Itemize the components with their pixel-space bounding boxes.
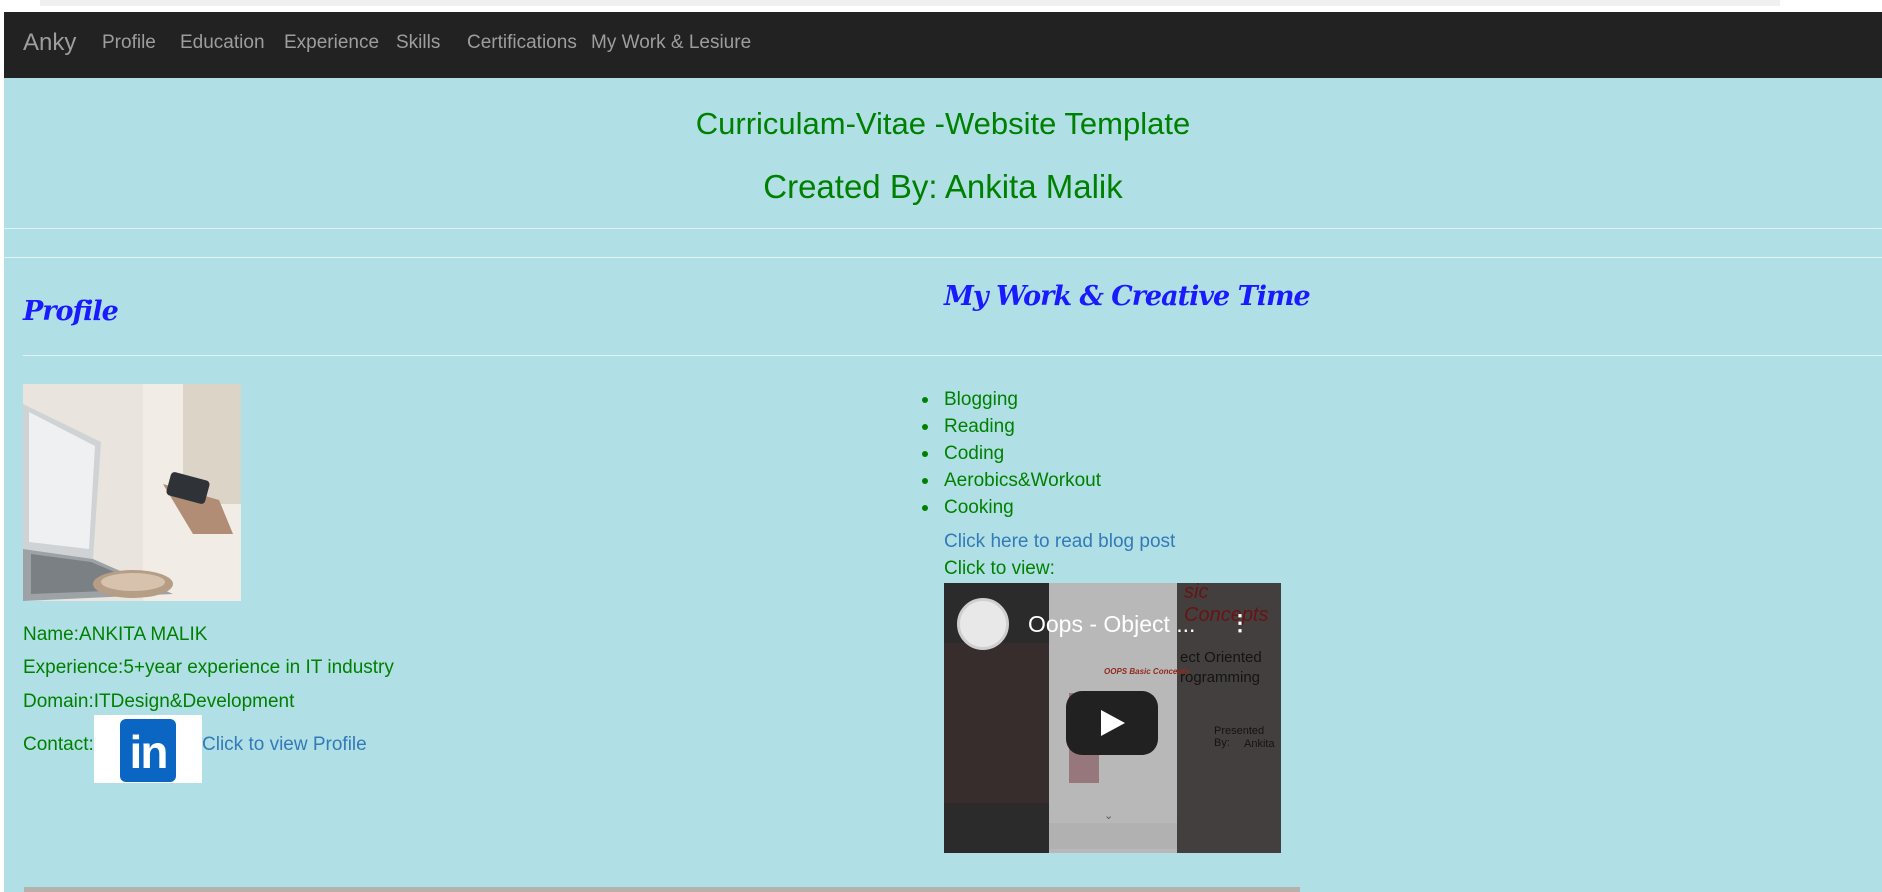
blog-post-link[interactable]: Click here to read blog post [944, 531, 1175, 553]
address-bar-edge [40, 0, 1780, 6]
linkedin-icon[interactable]: in [94, 715, 202, 783]
video-title[interactable]: Oops - Object ... [1028, 611, 1195, 638]
navbar: Anky Profile Education Experience Skills… [4, 12, 1882, 78]
divider [4, 228, 1882, 229]
profile-heading: Profile [23, 296, 119, 327]
laptop-photo-icon [23, 384, 241, 601]
contact-label: Contact: [23, 734, 94, 755]
more-options-icon[interactable]: ⋮ [1229, 609, 1251, 637]
channel-avatar[interactable] [957, 598, 1009, 650]
play-button-icon[interactable] [1066, 691, 1158, 755]
horizontal-scrollbar[interactable] [24, 887, 1300, 892]
video-embed[interactable]: sic Concepts OOPS Basic Concepts ect Ori… [944, 583, 1281, 853]
page-title: Curriculam-Vitae -Website Template [695, 106, 1191, 141]
list-item: Blogging [922, 386, 1101, 413]
section-divider [23, 355, 1882, 356]
list-item: Coding [922, 440, 1101, 467]
profile-name: Name:ANKITA MALIK [23, 624, 208, 645]
nav-item-education[interactable]: Education [180, 12, 265, 74]
view-profile-link[interactable]: Click to view Profile [202, 734, 367, 756]
list-item: Reading [922, 413, 1101, 440]
profile-photo [23, 384, 241, 601]
hobby-list: Blogging Reading Coding Aerobics&Workout… [922, 386, 1101, 521]
nav-item-my-work[interactable]: My Work & Lesiure [591, 12, 751, 74]
work-heading: My Work & Creative Time [944, 281, 1311, 312]
nav-item-profile[interactable]: Profile [102, 12, 156, 74]
divider [4, 257, 1882, 258]
browser-top-strip [0, 0, 1882, 12]
navbar-brand[interactable]: Anky [23, 12, 76, 74]
click-to-view-label: Click to view: [944, 558, 1055, 579]
profile-domain: Domain:ITDesign&Development [23, 691, 295, 712]
profile-experience: Experience:5+year experience in IT indus… [23, 657, 394, 678]
list-item: Cooking [922, 494, 1101, 521]
list-item: Aerobics&Workout [922, 467, 1101, 494]
nav-item-skills[interactable]: Skills [396, 12, 440, 74]
nav-item-experience[interactable]: Experience [284, 12, 379, 74]
nav-item-certifications[interactable]: Certifications [467, 12, 577, 74]
page-subtitle: Created By: Ankita Malik [763, 168, 1123, 205]
page: Anky Profile Education Experience Skills… [4, 12, 1882, 892]
linkedin-logo-text: in [129, 726, 169, 778]
